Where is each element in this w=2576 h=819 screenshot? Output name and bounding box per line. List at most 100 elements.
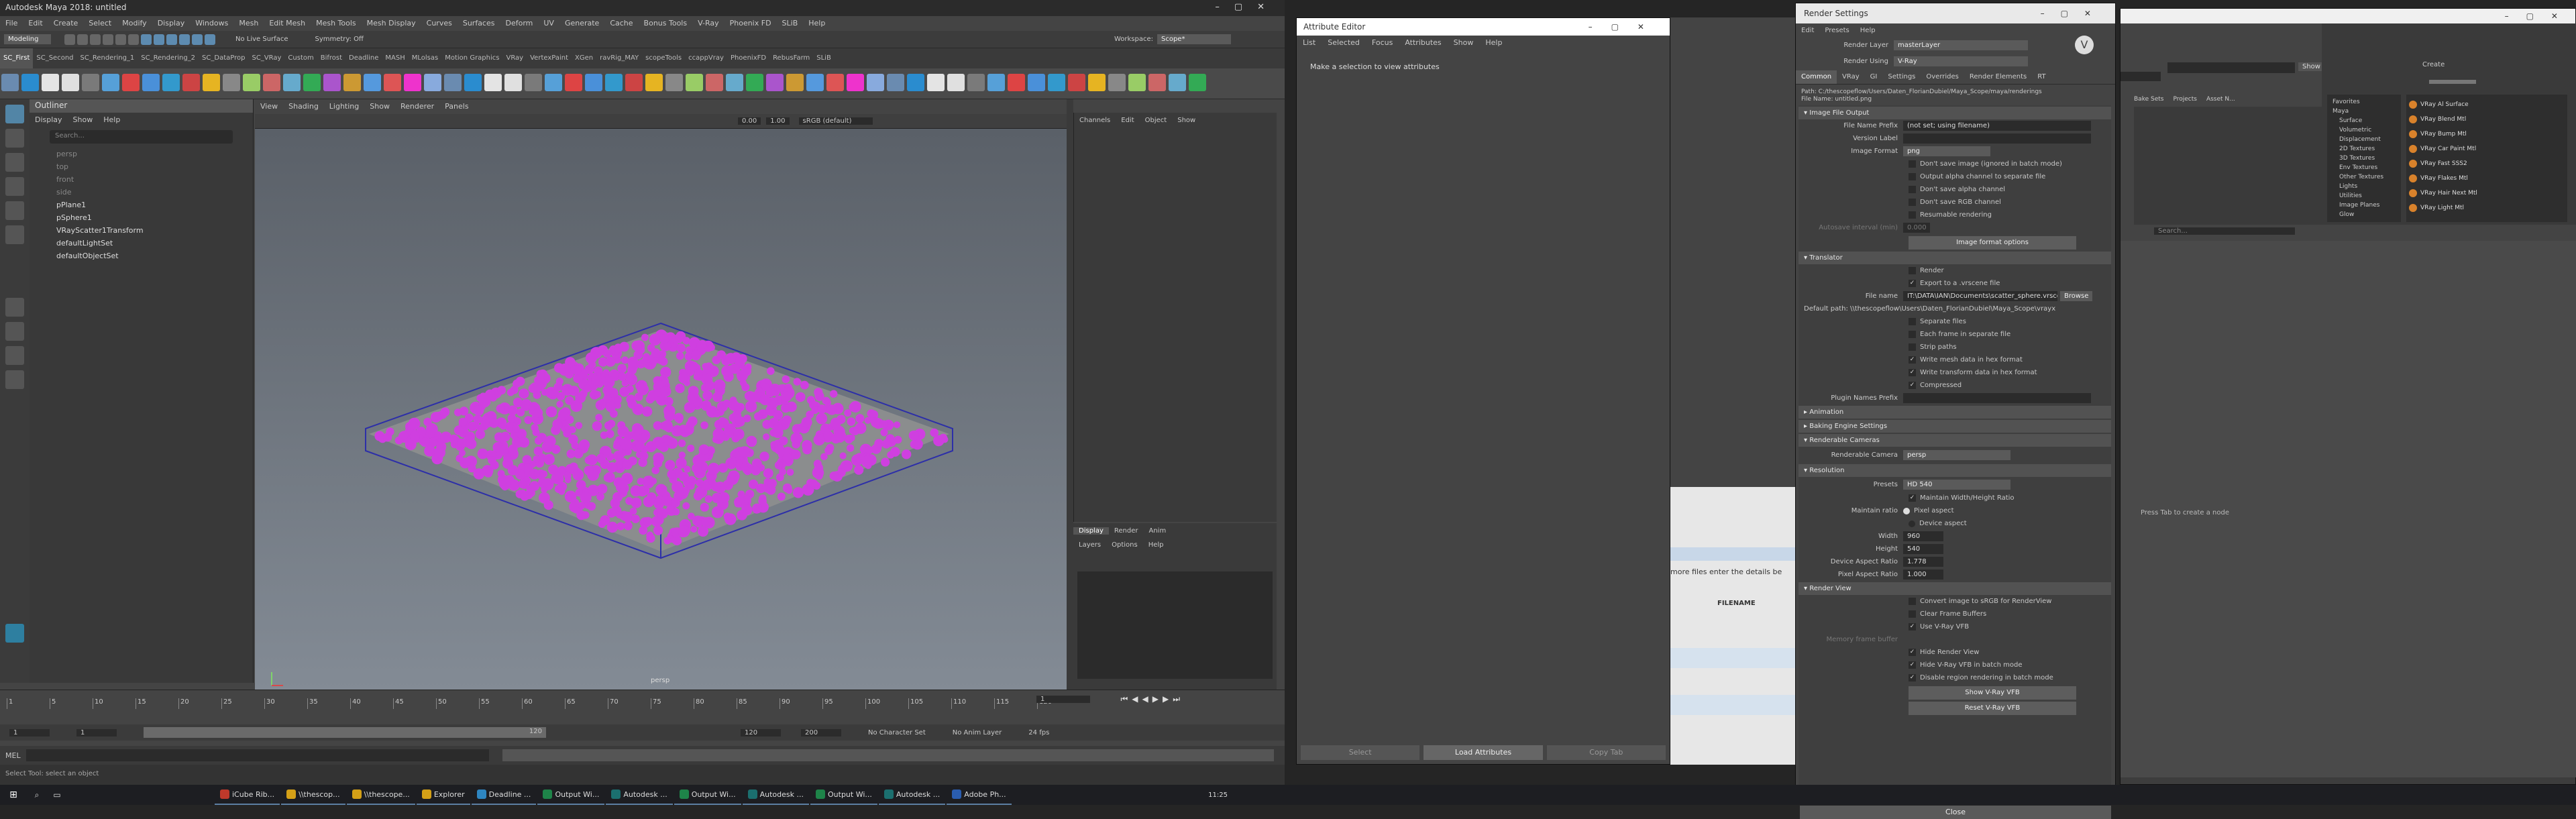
rs-menu-item[interactable]: Edit — [1796, 27, 1819, 34]
menu-phoenix-fd[interactable]: Phoenix FD — [724, 16, 777, 31]
shelf-button-icon[interactable] — [1088, 74, 1106, 91]
hs-material-item[interactable]: VRay Hair Next Mtl — [2409, 186, 2565, 201]
side-tabs[interactable] — [1067, 99, 1073, 690]
menu-bonus-tools[interactable]: Bonus Tools — [639, 16, 693, 31]
mel-input[interactable] — [25, 749, 489, 761]
shelf-button-icon[interactable] — [203, 74, 220, 91]
windows-start-icon[interactable]: ⊞ — [0, 789, 27, 800]
dar-input[interactable]: 1.778 — [1903, 557, 1943, 567]
shelf-tab[interactable]: scopeTools — [642, 48, 685, 68]
checkbox[interactable] — [1909, 173, 1916, 180]
shelf-button-icon[interactable] — [967, 74, 985, 91]
section-image-file-output[interactable]: ▾ Image File Output — [1799, 107, 2111, 119]
shelf-button-icon[interactable] — [585, 74, 602, 91]
checkbox[interactable] — [1909, 267, 1916, 274]
range-bar[interactable]: 120 — [144, 727, 546, 738]
ae-button[interactable]: Copy Tab — [1546, 745, 1666, 760]
ae-menu-item[interactable]: Focus — [1366, 36, 1399, 50]
shelf-button-icon[interactable] — [887, 74, 904, 91]
shelf-tab[interactable]: Motion Graphics — [441, 48, 502, 68]
layer-tab[interactable]: Render — [1109, 527, 1144, 535]
shelf-button-icon[interactable] — [1068, 74, 1085, 91]
hs-tree-item[interactable]: 3D Textures — [2330, 154, 2398, 163]
checkbox[interactable] — [1909, 343, 1916, 351]
shelf-button-icon[interactable] — [987, 74, 1005, 91]
shelf-button-icon[interactable] — [1108, 74, 1126, 91]
taskbar-app[interactable]: \\thescop... — [281, 785, 345, 805]
layout-side-icon[interactable] — [5, 346, 24, 365]
presets-select[interactable]: HD 540 — [1903, 479, 2010, 490]
viewport-menu-item[interactable]: Renderer — [395, 99, 439, 114]
shelf-tab[interactable]: PhoenixFD — [727, 48, 769, 68]
taskbar-app[interactable]: Deadline ... — [471, 785, 537, 805]
show-vfb-button[interactable]: Show V-Ray VFB — [1909, 686, 2076, 700]
menu-modify[interactable]: Modify — [117, 16, 152, 31]
checkbox[interactable] — [1909, 211, 1916, 219]
hs-small-tab[interactable]: Projects — [2173, 96, 2196, 103]
rotate-tool-icon[interactable] — [5, 201, 24, 220]
reset-vfb-button[interactable]: Reset V-Ray VFB — [1909, 702, 2076, 715]
outliner-item[interactable]: defaultLightSet — [30, 237, 253, 250]
image-format-options-button[interactable]: Image format options — [1909, 236, 2076, 250]
shelf-button-icon[interactable] — [565, 74, 582, 91]
layout-four-icon[interactable] — [5, 322, 24, 341]
checkbox[interactable]: ✓ — [1909, 661, 1916, 669]
shelf-button-icon[interactable] — [303, 74, 321, 91]
shelf-button-icon[interactable] — [867, 74, 884, 91]
shelf-button-icon[interactable] — [1128, 74, 1146, 91]
shelf-button-icon[interactable] — [706, 74, 723, 91]
outliner-item[interactable]: VRayScatter1Transform — [30, 224, 253, 237]
shelf-button-icon[interactable] — [424, 74, 441, 91]
shelf-button-icon[interactable] — [665, 74, 683, 91]
shelf-button-icon[interactable] — [82, 74, 99, 91]
shelf-button-icon[interactable] — [343, 74, 361, 91]
shelf-button-icon[interactable] — [947, 74, 965, 91]
hs-material-item[interactable]: VRay Blend Mtl — [2409, 112, 2565, 127]
shelf-button-icon[interactable] — [826, 74, 844, 91]
menu-mesh-tools[interactable]: Mesh Tools — [311, 16, 362, 31]
paint-select-icon[interactable] — [5, 153, 24, 172]
menu-mesh[interactable]: Mesh — [233, 16, 264, 31]
menu-slib[interactable]: SLiB — [777, 16, 804, 31]
hs-material-item[interactable]: VRay Light Mtl — [2409, 201, 2565, 215]
hs-tree-item[interactable]: 2D Textures — [2330, 144, 2398, 154]
field-b[interactable]: 1.00 — [766, 117, 790, 125]
shelf-button-icon[interactable] — [806, 74, 824, 91]
rs-menu-item[interactable]: Presets — [1819, 27, 1854, 34]
rs-tab[interactable]: Overrides — [1921, 70, 1964, 84]
lasso-tool-icon[interactable] — [5, 129, 24, 148]
range-start[interactable]: 1 — [9, 728, 50, 736]
format-select[interactable]: png — [1903, 146, 1990, 156]
shelf-button-icon[interactable] — [243, 74, 260, 91]
browse-button[interactable]: Browse — [2060, 291, 2093, 301]
shelf-button-icon[interactable] — [1008, 74, 1025, 91]
hs-tree-item[interactable]: Lights — [2330, 182, 2398, 191]
hs-node-editor[interactable]: Press Tab to create a node — [2121, 241, 2576, 777]
hs-material-item[interactable]: VRay Fast SSS2 — [2409, 156, 2565, 171]
shelf-tab[interactable]: SC_First — [0, 48, 34, 68]
shelf-tab[interactable]: MLolsas — [409, 48, 441, 68]
outliner-item[interactable]: front — [30, 173, 253, 186]
shelf-button-icon[interactable] — [1048, 74, 1065, 91]
shelf-tab[interactable]: SC_Second — [33, 48, 76, 68]
menu-file[interactable]: File — [0, 16, 23, 31]
shelf-button-icon[interactable] — [182, 74, 200, 91]
shelf-button-icon[interactable] — [726, 74, 743, 91]
menu-edit-mesh[interactable]: Edit Mesh — [264, 16, 311, 31]
menu-windows[interactable]: Windows — [190, 16, 233, 31]
checkbox[interactable]: ✓ — [1909, 280, 1916, 287]
scale-tool-icon[interactable] — [5, 225, 24, 244]
outliner-item[interactable]: pSphere1 — [30, 211, 253, 224]
taskbar-app[interactable]: Adobe Ph... — [947, 785, 1012, 805]
hs-search[interactable]: Search... — [2154, 227, 2295, 235]
menu-help[interactable]: Help — [803, 16, 830, 31]
shelf-button-icon[interactable] — [847, 74, 864, 91]
outliner-menu-item[interactable]: Help — [98, 113, 125, 127]
plugin-prefix-input[interactable] — [1903, 393, 2091, 403]
section-baking[interactable]: ▸ Baking Engine Settings — [1799, 420, 2111, 433]
outliner-item[interactable]: defaultObjectSet — [30, 250, 253, 262]
shelf-tab[interactable]: SC_Rendering_2 — [138, 48, 199, 68]
menu-mesh-display[interactable]: Mesh Display — [362, 16, 421, 31]
shelf-button-icon[interactable] — [102, 74, 119, 91]
hs-tree-item[interactable]: Maya — [2330, 107, 2398, 116]
